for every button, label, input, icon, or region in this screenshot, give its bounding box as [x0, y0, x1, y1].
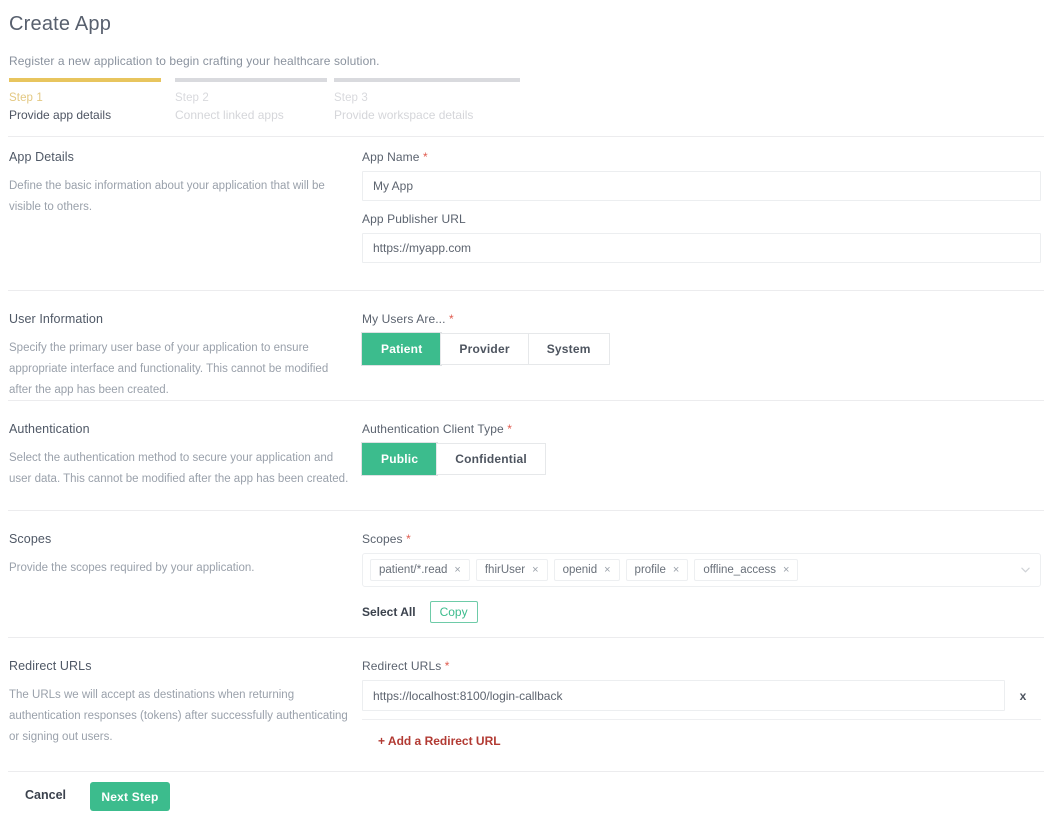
my-users-are-label: My Users Are... *	[362, 312, 610, 326]
step-3-progress-bar	[334, 78, 520, 82]
page-title: Create App	[9, 13, 112, 35]
divider-scopes	[8, 510, 1044, 511]
app-name-field-group: App Name *	[362, 150, 1041, 201]
users-option-patient[interactable]: Patient	[362, 333, 442, 365]
client-type-field-group: Authentication Client Type * Public Conf…	[362, 422, 546, 475]
client-type-required-asterisk: *	[507, 422, 513, 436]
step-1-progress-bar	[9, 78, 161, 82]
step-2-number: Step 2	[175, 92, 209, 104]
step-3[interactable]: Step 3 Provide workspace details	[334, 78, 520, 122]
scope-chip-label: profile	[634, 564, 666, 576]
scopes-desc: Provide the scopes required by your appl…	[9, 562, 255, 574]
redirect-urls-head: Redirect URLs The URLs we will accept as…	[9, 659, 349, 748]
my-users-are-field-group: My Users Are... * Patient Provider Syste…	[362, 312, 610, 365]
scope-chip[interactable]: offline_access ×	[694, 559, 799, 581]
step-1-number: Step 1	[9, 92, 43, 104]
client-type-label-text: Authentication Client Type	[362, 422, 504, 436]
step-2-progress-bar	[175, 78, 327, 82]
step-1-label: Provide app details	[9, 108, 112, 122]
app-name-label-text: App Name	[362, 150, 420, 164]
footer-divider	[8, 771, 1044, 772]
users-option-provider[interactable]: Provider	[440, 333, 529, 365]
chevron-down-icon[interactable]	[1021, 566, 1030, 575]
scopes-title: Scopes	[9, 532, 52, 546]
scope-chip-label: patient/*.read	[379, 564, 448, 576]
scope-chip[interactable]: patient/*.read ×	[370, 559, 470, 581]
step-2[interactable]: Step 2 Connect linked apps	[175, 78, 327, 122]
redirect-url-remove-button[interactable]: x	[1005, 688, 1041, 704]
publisher-url-input[interactable]	[362, 233, 1041, 263]
scope-chip-label: openid	[562, 564, 598, 576]
scopes-actions: Select All Copy	[362, 601, 1041, 623]
scope-chip[interactable]: profile ×	[625, 559, 689, 581]
scope-chip-remove-icon[interactable]: ×	[454, 564, 460, 576]
scopes-head: Scopes Provide the scopes required by yo…	[9, 532, 349, 579]
my-users-are-label-text: My Users Are...	[362, 312, 446, 326]
step-2-label: Connect linked apps	[175, 108, 284, 122]
divider-top	[8, 136, 1044, 137]
next-step-button[interactable]: Next Step	[90, 782, 170, 811]
divider-user-information	[8, 290, 1044, 291]
cancel-button[interactable]: Cancel	[25, 788, 66, 802]
copy-button[interactable]: Copy	[429, 601, 478, 623]
scope-chip-remove-icon[interactable]: ×	[783, 564, 789, 576]
scopes-multiselect[interactable]: patient/*.read × fhirUser × openid × pro…	[362, 553, 1041, 587]
app-name-label: App Name *	[362, 150, 1041, 164]
redirect-urls-field-group: Redirect URLs * x + Add a Redirect URL	[362, 659, 1041, 750]
add-redirect-url-button[interactable]: + Add a Redirect URL	[378, 734, 501, 748]
authentication-head: Authentication Select the authentication…	[9, 422, 349, 490]
app-name-required-asterisk: *	[422, 150, 428, 164]
scope-chip[interactable]: fhirUser ×	[475, 559, 548, 581]
user-information-title: User Information	[9, 312, 103, 326]
divider-authentication	[8, 400, 1044, 401]
client-type-option-confidential[interactable]: Confidential	[436, 443, 546, 475]
app-name-input[interactable]	[362, 171, 1041, 201]
select-all-button[interactable]: Select All	[362, 605, 416, 619]
step-3-number: Step 3	[334, 92, 368, 104]
scope-chip-remove-icon[interactable]: ×	[673, 564, 679, 576]
create-app-page: Create App Register a new application to…	[0, 0, 1052, 817]
scopes-field-label: Scopes *	[362, 532, 1041, 546]
client-type-option-public[interactable]: Public	[362, 443, 438, 475]
publisher-url-label-text: App Publisher URL	[362, 212, 466, 226]
authentication-desc: Select the authentication method to secu…	[9, 452, 349, 485]
publisher-url-label: App Publisher URL	[362, 212, 1041, 226]
redirect-url-input[interactable]	[362, 680, 1005, 711]
scopes-field-label-text: Scopes	[362, 532, 403, 546]
redirect-urls-desc: The URLs we will accept as destinations …	[9, 689, 348, 743]
stepper: Step 1 Provide app details Step 2 Connec…	[9, 78, 520, 122]
scope-chip-remove-icon[interactable]: ×	[532, 564, 538, 576]
step-3-label: Provide workspace details	[334, 108, 474, 122]
my-users-are-required-asterisk: *	[448, 312, 454, 326]
authentication-title: Authentication	[9, 422, 90, 436]
page-subtitle: Register a new application to begin craf…	[9, 54, 380, 68]
redirect-url-row: x	[362, 680, 1041, 711]
scope-chip-remove-icon[interactable]: ×	[604, 564, 610, 576]
user-information-head: User Information Specify the primary use…	[9, 312, 349, 401]
my-users-are-button-group: Patient Provider System	[362, 333, 610, 365]
redirect-urls-field-label: Redirect URLs *	[362, 659, 1041, 673]
redirect-row-divider	[362, 719, 1041, 720]
scopes-required-asterisk: *	[406, 532, 411, 546]
app-details-head: App Details Define the basic information…	[9, 150, 349, 218]
scope-chip-label: offline_access	[703, 564, 776, 576]
users-option-system[interactable]: System	[527, 333, 610, 365]
redirect-urls-required-asterisk: *	[444, 659, 450, 673]
client-type-label: Authentication Client Type *	[362, 422, 546, 436]
scope-chip[interactable]: openid ×	[553, 559, 620, 581]
app-details-desc: Define the basic information about your …	[9, 180, 325, 213]
redirect-urls-field-label-text: Redirect URLs	[362, 659, 442, 673]
redirect-urls-title: Redirect URLs	[9, 659, 92, 673]
client-type-button-group: Public Confidential	[362, 443, 546, 475]
step-1[interactable]: Step 1 Provide app details	[9, 78, 161, 122]
publisher-url-field-group: App Publisher URL	[362, 212, 1041, 263]
app-details-title: App Details	[9, 150, 75, 164]
divider-redirect-urls	[8, 637, 1044, 638]
scopes-field-group: Scopes * patient/*.read × fhirUser × ope…	[362, 532, 1041, 623]
user-information-desc: Specify the primary user base of your ap…	[9, 342, 329, 396]
scope-chip-label: fhirUser	[484, 564, 526, 576]
